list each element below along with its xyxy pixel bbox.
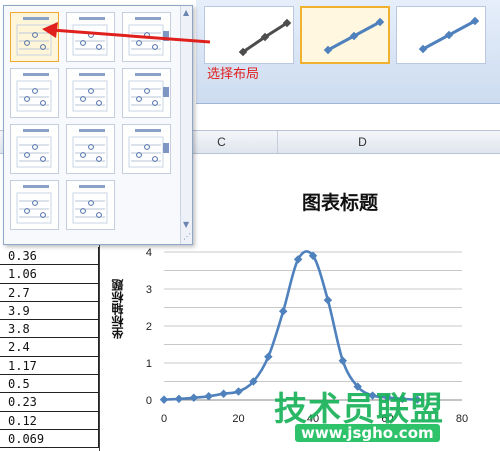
layout-thumbnail-11[interactable] [66,180,115,230]
y-tick-label: 2 [146,321,152,333]
chart-style-gallery [196,0,500,104]
chart-style-3[interactable] [396,6,486,64]
data-point [234,387,243,396]
data-cell[interactable]: 0.5 [0,375,99,394]
y-tick-label: 1 [146,358,152,370]
layout-thumbnail-9[interactable] [122,124,171,174]
layout-thumbnail-6[interactable] [122,68,171,118]
y-tick-label: 4 [146,247,152,259]
data-point [159,395,169,404]
annotation-arrow [42,22,211,44]
data-cell[interactable]: 3.8 [0,320,99,339]
data-cell[interactable]: 2.4 [0,338,99,357]
y-tick-label: 0 [146,395,152,407]
x-tick-label: 20 [232,413,244,425]
data-cell[interactable]: 0.36 [0,247,99,266]
layout-thumbnail-4[interactable] [10,68,59,118]
column-header-d[interactable]: D [277,131,447,153]
y-axis-title[interactable]: 坐标轴标题 [109,279,125,339]
data-point [189,393,199,403]
annotation-label: 选择布局 [207,67,260,82]
layout-thumbnail-5[interactable] [66,68,115,118]
resize-grip-icon[interactable]: ⋰ [183,232,191,241]
watermark-url: www.jsgho.com [295,424,440,442]
data-column: 0.36 1.06 2.7 3.9 3.8 2.4 1.17 0.5 0.23 … [0,247,99,449]
x-tick-label: 80 [456,413,468,425]
data-cell[interactable]: 2.7 [0,283,99,302]
data-point [264,352,273,361]
data-point [323,295,333,305]
data-point [338,356,348,366]
data-cell[interactable]: 0.069 [0,429,99,449]
layout-thumbnail-7[interactable] [10,124,59,174]
scroll-up-icon[interactable]: ▲ [183,8,189,17]
layout-thumbnail-10[interactable] [10,180,59,230]
x-tick-label: 0 [161,413,167,425]
data-point [219,389,228,398]
data-point [204,392,213,401]
y-tick-label: 3 [146,284,152,296]
data-cell[interactable]: 0.12 [0,411,99,430]
data-point [174,394,184,404]
data-cell[interactable]: 3.9 [0,301,99,321]
data-cell[interactable]: 1.17 [0,356,99,376]
data-cell[interactable]: 1.06 [0,265,99,284]
data-point [278,306,288,316]
chart-title[interactable]: 图表标题 [220,188,460,215]
data-cell[interactable]: 0.23 [0,393,99,412]
layout-thumbnail-8[interactable] [66,124,115,174]
scroll-down-icon[interactable]: ▼ [183,220,189,229]
watermark-logo: 技术员联盟 [274,389,444,428]
chart-style-2[interactable] [300,6,390,64]
